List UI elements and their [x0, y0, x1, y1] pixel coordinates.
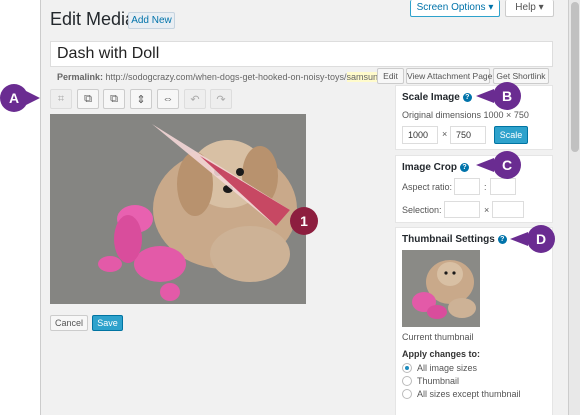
crop-icon: ⌗ — [57, 92, 65, 105]
add-new-button[interactable]: Add New — [128, 12, 175, 29]
radio-all-image-sizes[interactable] — [402, 363, 412, 373]
aspect-ratio-label: Aspect ratio: — [402, 182, 453, 192]
option-all-image-sizes[interactable]: All image sizes — [417, 363, 477, 373]
scrollbar-thumb[interactable] — [571, 2, 579, 152]
chevron-down-icon: ▾ — [538, 2, 544, 13]
callout-d-pointer — [510, 232, 528, 246]
image-crop-title: Image Crop? — [402, 162, 470, 173]
redo-button[interactable]: ↷ — [210, 89, 232, 109]
undo-icon: ↶ — [190, 93, 200, 106]
cancel-button[interactable]: Cancel — [50, 315, 88, 331]
selection-label: Selection: — [402, 205, 442, 215]
callout-a-pointer — [26, 91, 40, 105]
selection-width-input[interactable] — [444, 201, 480, 218]
permalink-label: Permalink: — [57, 72, 104, 82]
scale-image-title-text: Scale Image — [402, 92, 460, 103]
rotate-right-icon: ⧉ — [110, 92, 118, 105]
thumbnail-settings-title: Thumbnail Settings? — [402, 234, 507, 245]
scale-width-input[interactable]: 1000 — [402, 126, 438, 144]
help-button[interactable]: Help ▾ — [505, 0, 554, 17]
chevron-down-icon: ▾ — [488, 2, 494, 13]
redo-icon: ↷ — [216, 93, 226, 106]
help-icon[interactable]: ? — [462, 92, 472, 102]
radio-all-except-thumbnail[interactable] — [402, 389, 412, 399]
flip-horizontal-button[interactable]: ⇔ — [157, 89, 179, 109]
get-shortlink-button[interactable]: Get Shortlink — [493, 68, 549, 84]
help-icon[interactable]: ? — [497, 234, 507, 244]
current-thumbnail-image — [402, 250, 480, 327]
save-button[interactable]: Save — [92, 315, 123, 331]
permalink: Permalink: http://sodogcrazy.com/when-do… — [57, 72, 386, 82]
apply-changes-label: Apply changes to: — [402, 349, 481, 359]
help-label: Help — [515, 2, 536, 13]
scrollbar[interactable] — [568, 0, 580, 415]
colon-sign: : — [484, 182, 487, 192]
image-crop-title-text: Image Crop — [402, 162, 458, 173]
page-title: Edit Media — [50, 9, 136, 29]
callout-d: D — [527, 225, 555, 253]
edit-permalink-button[interactable]: Edit — [377, 68, 404, 84]
scale-image-title: Scale Image? — [402, 92, 472, 103]
view-attachment-button[interactable]: View Attachment Page — [406, 68, 492, 84]
original-dimensions: Original dimensions 1000 × 750 — [402, 110, 529, 120]
help-icon[interactable]: ? — [460, 162, 470, 172]
callout-b: B — [493, 82, 521, 110]
selection-height-input[interactable] — [492, 201, 524, 218]
image-crop-panel: Image Crop? Aspect ratio: : Selection: × — [395, 155, 553, 223]
rotate-right-button[interactable]: ⧉ — [103, 89, 125, 109]
undo-button[interactable]: ↶ — [184, 89, 206, 109]
option-thumbnail[interactable]: Thumbnail — [417, 376, 459, 386]
aspect-ratio-height-input[interactable] — [490, 178, 516, 195]
option-all-except-thumbnail[interactable]: All sizes except thumbnail — [417, 389, 521, 399]
scale-button[interactable]: Scale — [494, 126, 528, 144]
radio-thumbnail[interactable] — [402, 376, 412, 386]
title-input[interactable]: Dash with Doll — [50, 41, 553, 67]
permalink-url-prefix[interactable]: http://sodogcrazy.com/when-dogs-get-hook… — [106, 72, 347, 82]
scale-image-panel: Scale Image? Original dimensions 1000 × … — [395, 85, 553, 150]
screen-options-label: Screen Options — [416, 2, 486, 13]
image-preview[interactable] — [50, 114, 306, 304]
rotate-left-button[interactable]: ⧉ — [77, 89, 99, 109]
callout-c-pointer — [476, 158, 494, 172]
callout-b-pointer — [476, 89, 494, 103]
flip-vertical-button[interactable]: ⇕ — [130, 89, 152, 109]
callout-c: C — [493, 151, 521, 179]
flip-vertical-icon: ⇕ — [136, 93, 146, 106]
callout-1: 1 — [290, 207, 318, 235]
rotate-left-icon: ⧉ — [84, 92, 92, 105]
current-thumbnail-label: Current thumbnail — [402, 332, 474, 342]
times-sign: × — [484, 205, 490, 215]
screen-options-button[interactable]: Screen Options ▾ — [410, 0, 500, 17]
dog-photo — [50, 114, 306, 304]
aspect-ratio-width-input[interactable] — [454, 178, 480, 195]
scale-height-input[interactable]: 750 — [450, 126, 486, 144]
times-sign: × — [442, 129, 448, 139]
crop-button[interactable]: ⌗ — [50, 89, 72, 109]
thumbnail-settings-title-text: Thumbnail Settings — [402, 234, 495, 245]
thumbnail-settings-panel: Thumbnail Settings? Current thumbnail Ap… — [395, 227, 553, 415]
callout-a: A — [0, 84, 28, 112]
flip-horizontal-icon: ⇔ — [162, 93, 174, 105]
